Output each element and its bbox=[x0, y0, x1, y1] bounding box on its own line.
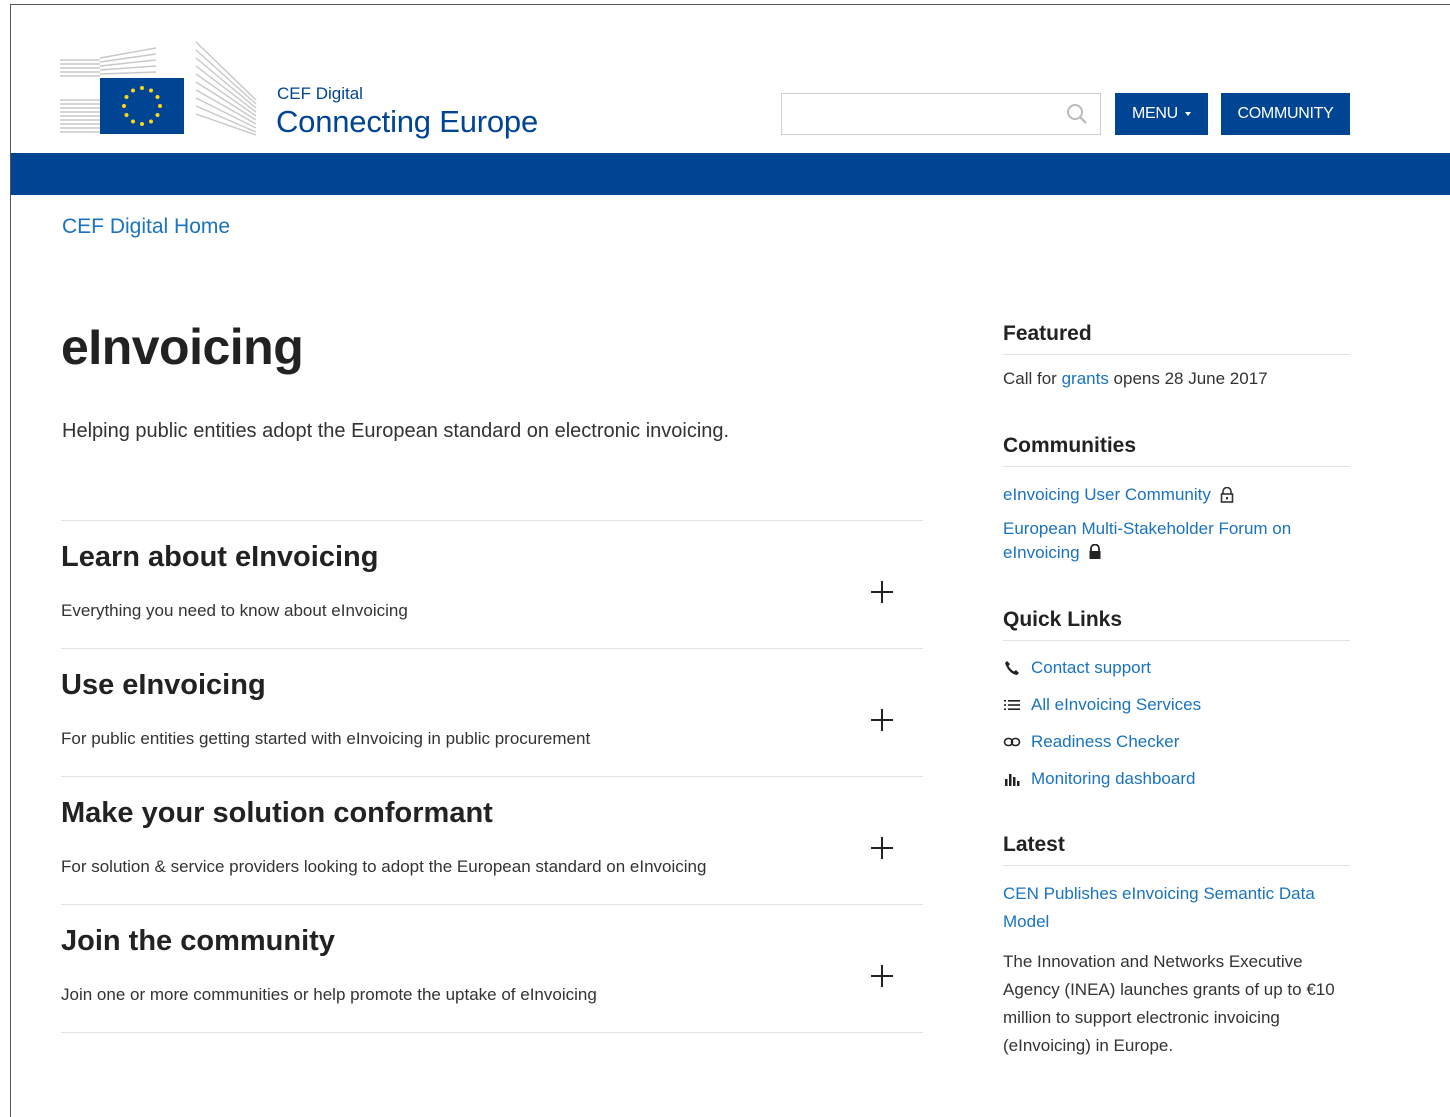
quick-links-heading: Quick Links bbox=[1003, 608, 1350, 641]
section-learn[interactable]: Learn about eInvoicing Everything you ne… bbox=[61, 520, 923, 648]
eu-flag-icon bbox=[60, 41, 257, 136]
featured-text-before: Call for bbox=[1003, 369, 1062, 388]
latest-headline-link[interactable]: CEN Publishes eInvoicing Semantic Data M… bbox=[1003, 884, 1315, 931]
communities-heading: Communities bbox=[1003, 434, 1350, 467]
expand-plus-icon[interactable] bbox=[871, 965, 893, 987]
section-title: Learn about eInvoicing bbox=[61, 541, 379, 573]
quick-link-label[interactable]: Monitoring dashboard bbox=[1031, 769, 1195, 789]
latest-heading: Latest bbox=[1003, 833, 1350, 866]
link-icon bbox=[1003, 737, 1021, 746]
latest-body: The Innovation and Networks Executive Ag… bbox=[1003, 952, 1335, 1055]
section-community[interactable]: Join the community Join one or more comm… bbox=[61, 904, 923, 1033]
sidebar-communities: Communities eInvoicing User Community Eu… bbox=[1003, 434, 1350, 565]
sidebar-featured: Featured Call for grants opens 28 June 2… bbox=[1003, 322, 1350, 393]
section-use[interactable]: Use eInvoicing For public entities getti… bbox=[61, 648, 923, 776]
list-icon bbox=[1004, 699, 1020, 710]
section-title: Use eInvoicing bbox=[61, 669, 266, 701]
bar-chart-icon bbox=[1005, 773, 1020, 786]
featured-heading: Featured bbox=[1003, 322, 1350, 355]
community-button[interactable]: COMMUNITY bbox=[1221, 93, 1350, 135]
community-link-label[interactable]: European Multi-Stakeholder Forum on bbox=[1003, 519, 1291, 538]
page-title: eInvoicing bbox=[61, 319, 304, 375]
breadcrumb-home-link[interactable]: CEF Digital Home bbox=[62, 215, 230, 239]
caret-down-icon bbox=[1184, 111, 1191, 116]
quick-link-label[interactable]: Contact support bbox=[1031, 658, 1151, 678]
section-list: Learn about eInvoicing Everything you ne… bbox=[61, 520, 923, 1033]
expand-plus-icon[interactable] bbox=[871, 837, 893, 859]
quick-link-label[interactable]: Readiness Checker bbox=[1031, 732, 1179, 752]
grants-link[interactable]: grants bbox=[1062, 369, 1109, 388]
sidebar-latest: Latest CEN Publishes eInvoicing Semantic… bbox=[1003, 833, 1350, 1060]
header-bar bbox=[11, 153, 1450, 195]
community-link-label[interactable]: eInvoicing User Community bbox=[1003, 485, 1211, 504]
lock-open-icon bbox=[1220, 486, 1233, 503]
ec-logo[interactable] bbox=[60, 40, 260, 136]
lock-icon bbox=[1089, 543, 1101, 559]
expand-plus-icon[interactable] bbox=[871, 581, 893, 603]
phone-icon bbox=[1005, 660, 1019, 675]
search-input[interactable] bbox=[790, 94, 1064, 134]
menu-button[interactable]: MENU bbox=[1115, 93, 1208, 135]
expand-plus-icon[interactable] bbox=[871, 709, 893, 731]
latest-item: CEN Publishes eInvoicing Semantic Data M… bbox=[1003, 880, 1350, 936]
quick-link-contact-support[interactable]: Contact support bbox=[1003, 649, 1350, 686]
section-description: Everything you need to know about eInvoi… bbox=[61, 601, 408, 620]
quick-link-monitoring-dashboard[interactable]: Monitoring dashboard bbox=[1003, 760, 1350, 797]
community-link-label[interactable]: eInvoicing bbox=[1003, 543, 1080, 562]
featured-text-after: opens 28 June 2017 bbox=[1108, 369, 1268, 388]
community-link-2[interactable]: European Multi-Stakeholder Forum on eInv… bbox=[1003, 517, 1350, 565]
section-title: Join the community bbox=[61, 925, 335, 957]
quick-link-label[interactable]: All eInvoicing Services bbox=[1031, 695, 1201, 715]
section-title: Make your solution conformant bbox=[61, 797, 493, 829]
section-description: Join one or more communities or help pro… bbox=[61, 985, 597, 1004]
menu-button-label: MENU bbox=[1132, 105, 1178, 122]
quick-link-readiness-checker[interactable]: Readiness Checker bbox=[1003, 723, 1350, 760]
community-link-1[interactable]: eInvoicing User Community bbox=[1003, 481, 1350, 509]
search-box bbox=[781, 93, 1101, 135]
sidebar-quick-links: Quick Links Contact support All eInvoici… bbox=[1003, 608, 1350, 797]
section-description: For public entities getting started with… bbox=[61, 729, 591, 748]
section-conformant[interactable]: Make your solution conformant For soluti… bbox=[61, 776, 923, 904]
section-description: For solution & service providers looking… bbox=[61, 857, 707, 876]
search-icon[interactable] bbox=[1066, 103, 1088, 125]
brand-subtitle: CEF Digital bbox=[277, 84, 363, 103]
page-intro: Helping public entities adopt the Europe… bbox=[62, 420, 730, 442]
brand-title[interactable]: Connecting Europe bbox=[276, 104, 538, 140]
featured-text: Call for grants opens 28 June 2017 bbox=[1003, 365, 1350, 393]
quick-link-all-services[interactable]: All eInvoicing Services bbox=[1003, 686, 1350, 723]
